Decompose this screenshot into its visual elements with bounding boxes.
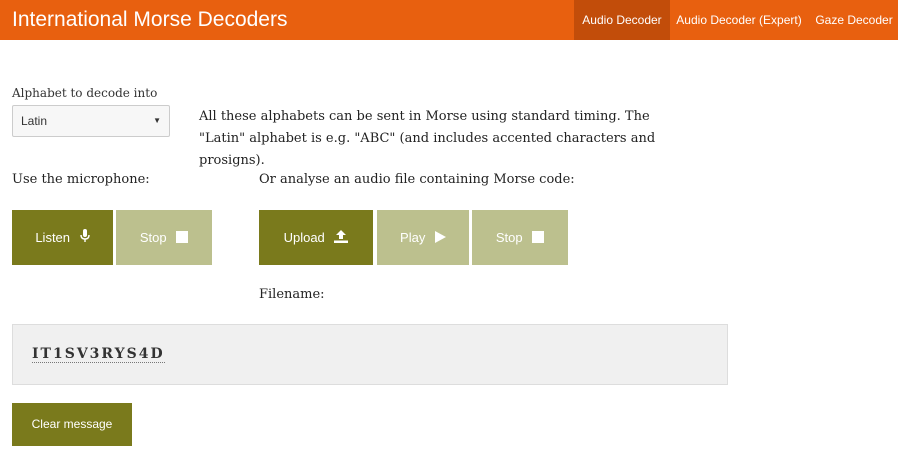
decoded-output-panel: IT1SV3RYS4D	[12, 324, 728, 385]
stop-square-icon	[176, 211, 189, 266]
stop-square-icon	[532, 211, 545, 266]
filename-label: Filename:	[259, 287, 325, 302]
app-title[interactable]: International Morse Decoders	[12, 6, 287, 34]
mic-stop-button-label: Stop	[139, 230, 167, 245]
microphone-section-label: Use the microphone:	[12, 172, 150, 187]
caret-down-icon: ▼	[153, 116, 161, 125]
play-button-label: Play	[400, 230, 426, 245]
listen-button[interactable]: Listen	[12, 210, 113, 265]
top-navbar: International Morse Decoders Audio Decod…	[0, 0, 898, 40]
nav-audio-decoder-expert[interactable]: Audio Decoder (Expert)	[673, 0, 805, 40]
play-button[interactable]: Play	[377, 210, 469, 265]
file-stop-button[interactable]: Stop	[472, 210, 568, 265]
nav-audio-decoder[interactable]: Audio Decoder	[574, 0, 670, 40]
alphabet-selected-value: Latin	[21, 114, 48, 128]
mic-stop-button[interactable]: Stop	[116, 210, 212, 265]
alphabet-description: All these alphabets can be sent in Morse…	[199, 109, 656, 168]
nav-gaze-decoder[interactable]: Gaze Decoder	[810, 0, 898, 40]
upload-button[interactable]: Upload	[259, 210, 373, 265]
clear-message-button[interactable]: Clear message	[12, 403, 132, 446]
upload-icon	[334, 211, 349, 266]
alphabet-label: Alphabet to decode into	[12, 86, 158, 100]
file-section-label: Or analyse an audio file containing Mors…	[259, 172, 575, 187]
upload-button-label: Upload	[283, 230, 325, 245]
file-stop-button-label: Stop	[495, 230, 523, 245]
decoded-text: IT1SV3RYS4D	[32, 346, 165, 363]
listen-button-label: Listen	[35, 230, 71, 245]
microphone-icon	[79, 211, 90, 266]
play-icon	[434, 211, 446, 266]
alphabet-select[interactable]: Latin ▼	[12, 105, 170, 137]
